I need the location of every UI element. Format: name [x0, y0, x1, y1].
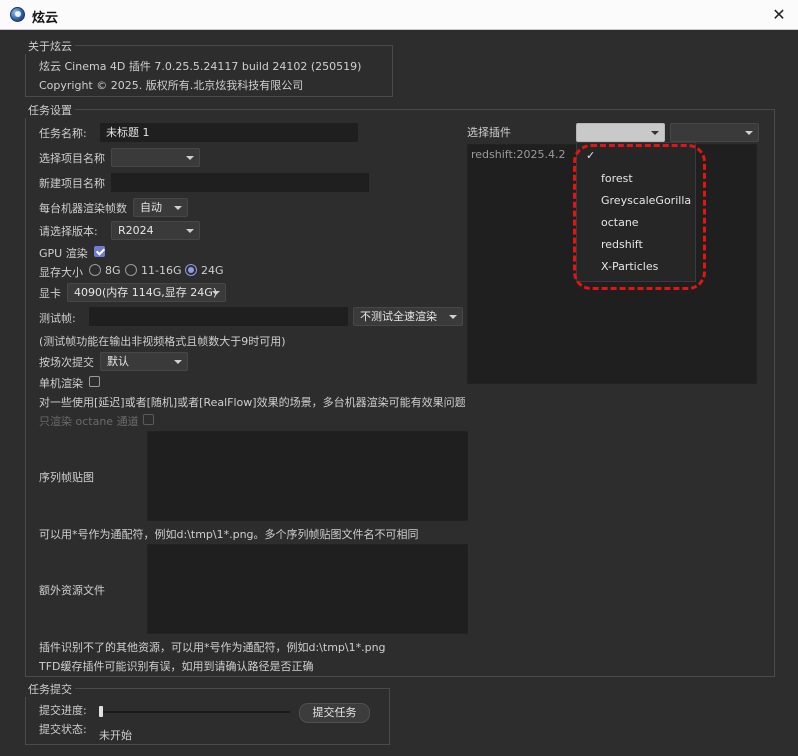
sequence-label: 序列帧贴图 [39, 471, 94, 484]
submit-by-take-combo[interactable]: 默认 [100, 352, 188, 371]
extra-assets-note: 插件识别不了的其他资源，可以用*号作为通配符，例如d:\tmp\1*.png [39, 641, 386, 654]
tfd-note: TFD缓存插件可能识别有误，如用到请确认路径是否正确 [39, 660, 314, 673]
octane-only-label: 只渲染 octane 通道 [39, 415, 139, 428]
submit-task-button[interactable]: 提交任务 [299, 703, 370, 723]
submit-group-title: 任务提交 [25, 681, 75, 697]
cinema4d-logo-icon [10, 7, 25, 22]
frames-per-machine-combo[interactable]: 自动 [133, 198, 188, 217]
chevron-down-icon [174, 360, 182, 364]
version-line: 炫云 Cinema 4D 插件 7.0.25.5.24117 build 241… [39, 60, 362, 73]
status-value: 未开始 [99, 729, 132, 742]
version-select-label: 请选择版本: [39, 225, 98, 238]
window-title: 炫云 [32, 11, 59, 26]
gpu-card-value: 4090(内存 114G,显存 24G) [74, 286, 218, 299]
sequence-note: 可以用*号作为通配符，例如d:\tmp\1*.png。多个序列帧贴图文件名不可相… [39, 528, 419, 541]
single-machine-checkbox[interactable] [89, 376, 100, 387]
test-mode-combo[interactable]: 不测试全速渲染 [353, 307, 463, 326]
plugin-list-item[interactable]: redshift:2025.4.2 [471, 148, 565, 161]
vram-radio-8g[interactable] [89, 264, 101, 276]
test-frames-input[interactable] [89, 307, 348, 326]
status-label: 提交状态: [39, 723, 87, 736]
vram-option-24g: 24G [201, 264, 224, 277]
highlight-annotation [573, 144, 706, 290]
vram-option-11-16g: 11-16G [141, 264, 182, 277]
plugin-combo-primary[interactable] [576, 123, 665, 142]
progress-bar [100, 711, 290, 713]
chevron-down-icon [651, 131, 659, 135]
task-name-input[interactable]: 未标题 1 [100, 123, 358, 142]
frames-per-machine-label: 每台机器渲染帧数 [39, 202, 127, 215]
single-machine-note: 对一些使用[延迟]或者[随机]或者[RealFlow]效果的场景，多台机器渲染可… [39, 396, 466, 409]
plugin-select-label: 选择插件 [467, 126, 511, 139]
extra-assets-textarea[interactable] [147, 544, 468, 634]
sequence-textarea[interactable] [147, 431, 468, 521]
progress-handle [99, 706, 103, 717]
vram-radio-11-16g[interactable] [125, 264, 137, 276]
copyright-line: Copyright © 2025. 版权所有.北京炫我科技有限公司 [39, 79, 304, 92]
single-machine-label: 单机渲染 [39, 377, 83, 390]
chevron-down-icon [186, 156, 194, 160]
select-project-label: 选择项目名称 [39, 152, 105, 165]
select-project-combo[interactable] [111, 148, 200, 167]
gpu-card-combo[interactable]: 4090(内存 114G,显存 24G) [67, 283, 226, 302]
chevron-down-icon [174, 206, 182, 210]
submit-by-take-label: 按场次提交 [39, 356, 94, 369]
task-name-label: 任务名称: [39, 127, 87, 140]
about-group-title: 关于炫云 [25, 38, 75, 54]
title-bar: 炫云 ✕ [0, 0, 798, 30]
chevron-down-icon [449, 315, 457, 319]
test-frames-label: 测试帧: [39, 312, 76, 325]
extra-assets-label: 额外资源文件 [39, 584, 105, 597]
test-frames-note: (测试帧功能在输出非视频格式且帧数大于9时可用) [39, 335, 286, 348]
new-project-label: 新建项目名称 [39, 177, 105, 190]
close-icon[interactable]: ✕ [768, 4, 790, 26]
vram-label: 显存大小 [39, 266, 83, 279]
plugin-combo-secondary[interactable] [670, 123, 759, 142]
submit-by-take-value: 默认 [107, 355, 129, 368]
vram-radio-24g[interactable] [185, 264, 197, 276]
gpu-render-checkbox[interactable] [94, 246, 105, 257]
version-value: R2024 [118, 224, 154, 237]
frames-per-machine-value: 自动 [140, 201, 162, 214]
new-project-input[interactable] [111, 173, 369, 192]
test-mode-value: 不测试全速渲染 [360, 310, 437, 323]
chevron-down-icon [212, 291, 220, 295]
gpu-render-label: GPU 渲染 [39, 247, 88, 260]
gpu-card-label: 显卡 [39, 287, 61, 300]
chevron-down-icon [186, 229, 194, 233]
octane-only-checkbox[interactable] [143, 414, 154, 425]
version-combo[interactable]: R2024 [111, 221, 200, 240]
task-settings-group-title: 任务设置 [25, 102, 75, 118]
chevron-down-icon [745, 131, 753, 135]
vram-option-8g: 8G [105, 264, 121, 277]
progress-label: 提交进度: [39, 704, 87, 717]
